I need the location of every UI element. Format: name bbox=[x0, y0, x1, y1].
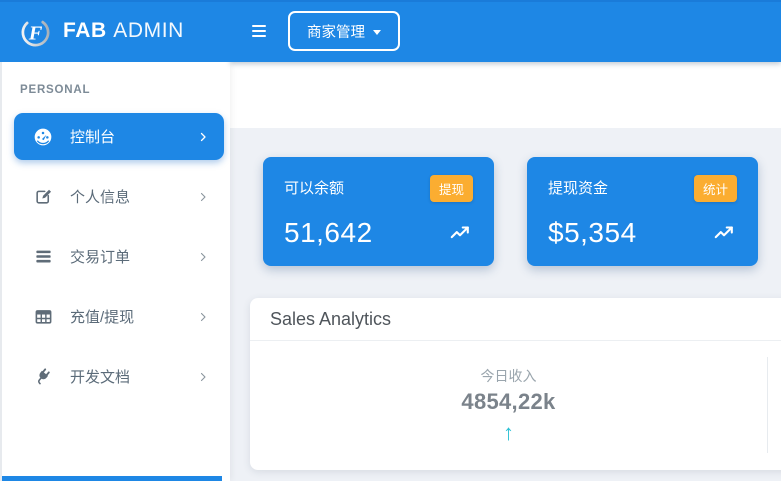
trending-up-icon bbox=[449, 222, 473, 244]
sales-analytics-card: Sales Analytics 今日收入 4854,22k ↑ bbox=[250, 298, 781, 470]
arrow-up-icon: ↑ bbox=[503, 422, 514, 444]
plug-icon bbox=[33, 367, 53, 387]
main-content: 可以余额 提现 51,642 提现资金 统计 $5,354 bbox=[230, 62, 781, 481]
sidebar-item-dashboard[interactable]: 控制台 bbox=[14, 113, 224, 160]
brand-title: FAB ADMIN bbox=[63, 19, 184, 43]
admin-dashboard: F FAB ADMIN 商家管理 PERSONAL bbox=[0, 0, 781, 481]
brand-title-light: ADMIN bbox=[113, 19, 184, 42]
sidebar-item-dev-docs[interactable]: 开发文档 bbox=[14, 353, 224, 400]
sidebar: PERSONAL 控制台 bbox=[0, 62, 230, 481]
stat-card-value: 51,642 bbox=[284, 217, 373, 249]
brand-header: F FAB ADMIN bbox=[0, 0, 230, 62]
orders-list-icon bbox=[33, 247, 53, 267]
chevron-right-icon bbox=[197, 371, 209, 383]
stat-card-label: 可以余额 bbox=[284, 175, 344, 198]
stat-card-balance: 可以余额 提现 51,642 bbox=[263, 157, 494, 266]
sidebar-item-label: 开发文档 bbox=[70, 366, 197, 387]
topbar: 商家管理 bbox=[230, 0, 781, 62]
caret-down-icon bbox=[373, 30, 381, 35]
today-income-value: 4854,22k bbox=[461, 389, 555, 415]
sidebar-nav: 控制台 个人信息 bbox=[0, 113, 230, 400]
dashboard-icon bbox=[33, 127, 53, 147]
sidebar-item-orders[interactable]: 交易订单 bbox=[14, 233, 224, 280]
chevron-right-icon bbox=[197, 191, 209, 203]
stat-card-value: $5,354 bbox=[548, 217, 637, 249]
today-income-column: 今日收入 4854,22k ↑ bbox=[250, 357, 768, 453]
horizontal-scrollbar-thumb[interactable] bbox=[2, 476, 222, 481]
edit-icon bbox=[33, 187, 53, 207]
brand-title-bold: FAB bbox=[63, 19, 107, 42]
sales-analytics-title: Sales Analytics bbox=[250, 298, 781, 341]
trending-up-icon bbox=[713, 222, 737, 244]
stat-card-label: 提现资金 bbox=[548, 175, 608, 198]
stat-card-withdraw-funds: 提现资金 统计 $5,354 bbox=[527, 157, 758, 266]
sidebar-item-recharge-withdraw[interactable]: 充值/提现 bbox=[14, 293, 224, 340]
sidebar-item-profile[interactable]: 个人信息 bbox=[14, 173, 224, 220]
sidebar-section-label: PERSONAL bbox=[20, 84, 230, 96]
sidebar-item-label: 交易订单 bbox=[70, 246, 197, 267]
merchant-dropdown-button[interactable]: 商家管理 bbox=[288, 11, 400, 51]
sidebar-edge-divider bbox=[0, 62, 2, 481]
today-income-label: 今日收入 bbox=[481, 366, 537, 386]
fab-logo-icon: F bbox=[18, 14, 53, 49]
stats-badge-button[interactable]: 统计 bbox=[694, 175, 737, 202]
chevron-right-icon bbox=[197, 251, 209, 263]
sidebar-item-label: 充值/提现 bbox=[70, 306, 197, 327]
table-icon bbox=[33, 307, 53, 327]
sidebar-item-label: 个人信息 bbox=[70, 186, 197, 207]
merchant-dropdown-label: 商家管理 bbox=[307, 21, 365, 42]
menu-toggle-icon[interactable] bbox=[252, 22, 266, 40]
chevron-right-icon bbox=[197, 311, 209, 323]
content-header-band bbox=[230, 62, 781, 128]
sales-analytics-body: 今日收入 4854,22k ↑ bbox=[250, 341, 781, 469]
sidebar-item-label: 控制台 bbox=[70, 126, 197, 147]
chevron-right-icon bbox=[197, 131, 209, 143]
svg-text:F: F bbox=[28, 22, 43, 44]
withdraw-badge-button[interactable]: 提现 bbox=[430, 175, 473, 202]
top-accent-line bbox=[0, 0, 781, 2]
